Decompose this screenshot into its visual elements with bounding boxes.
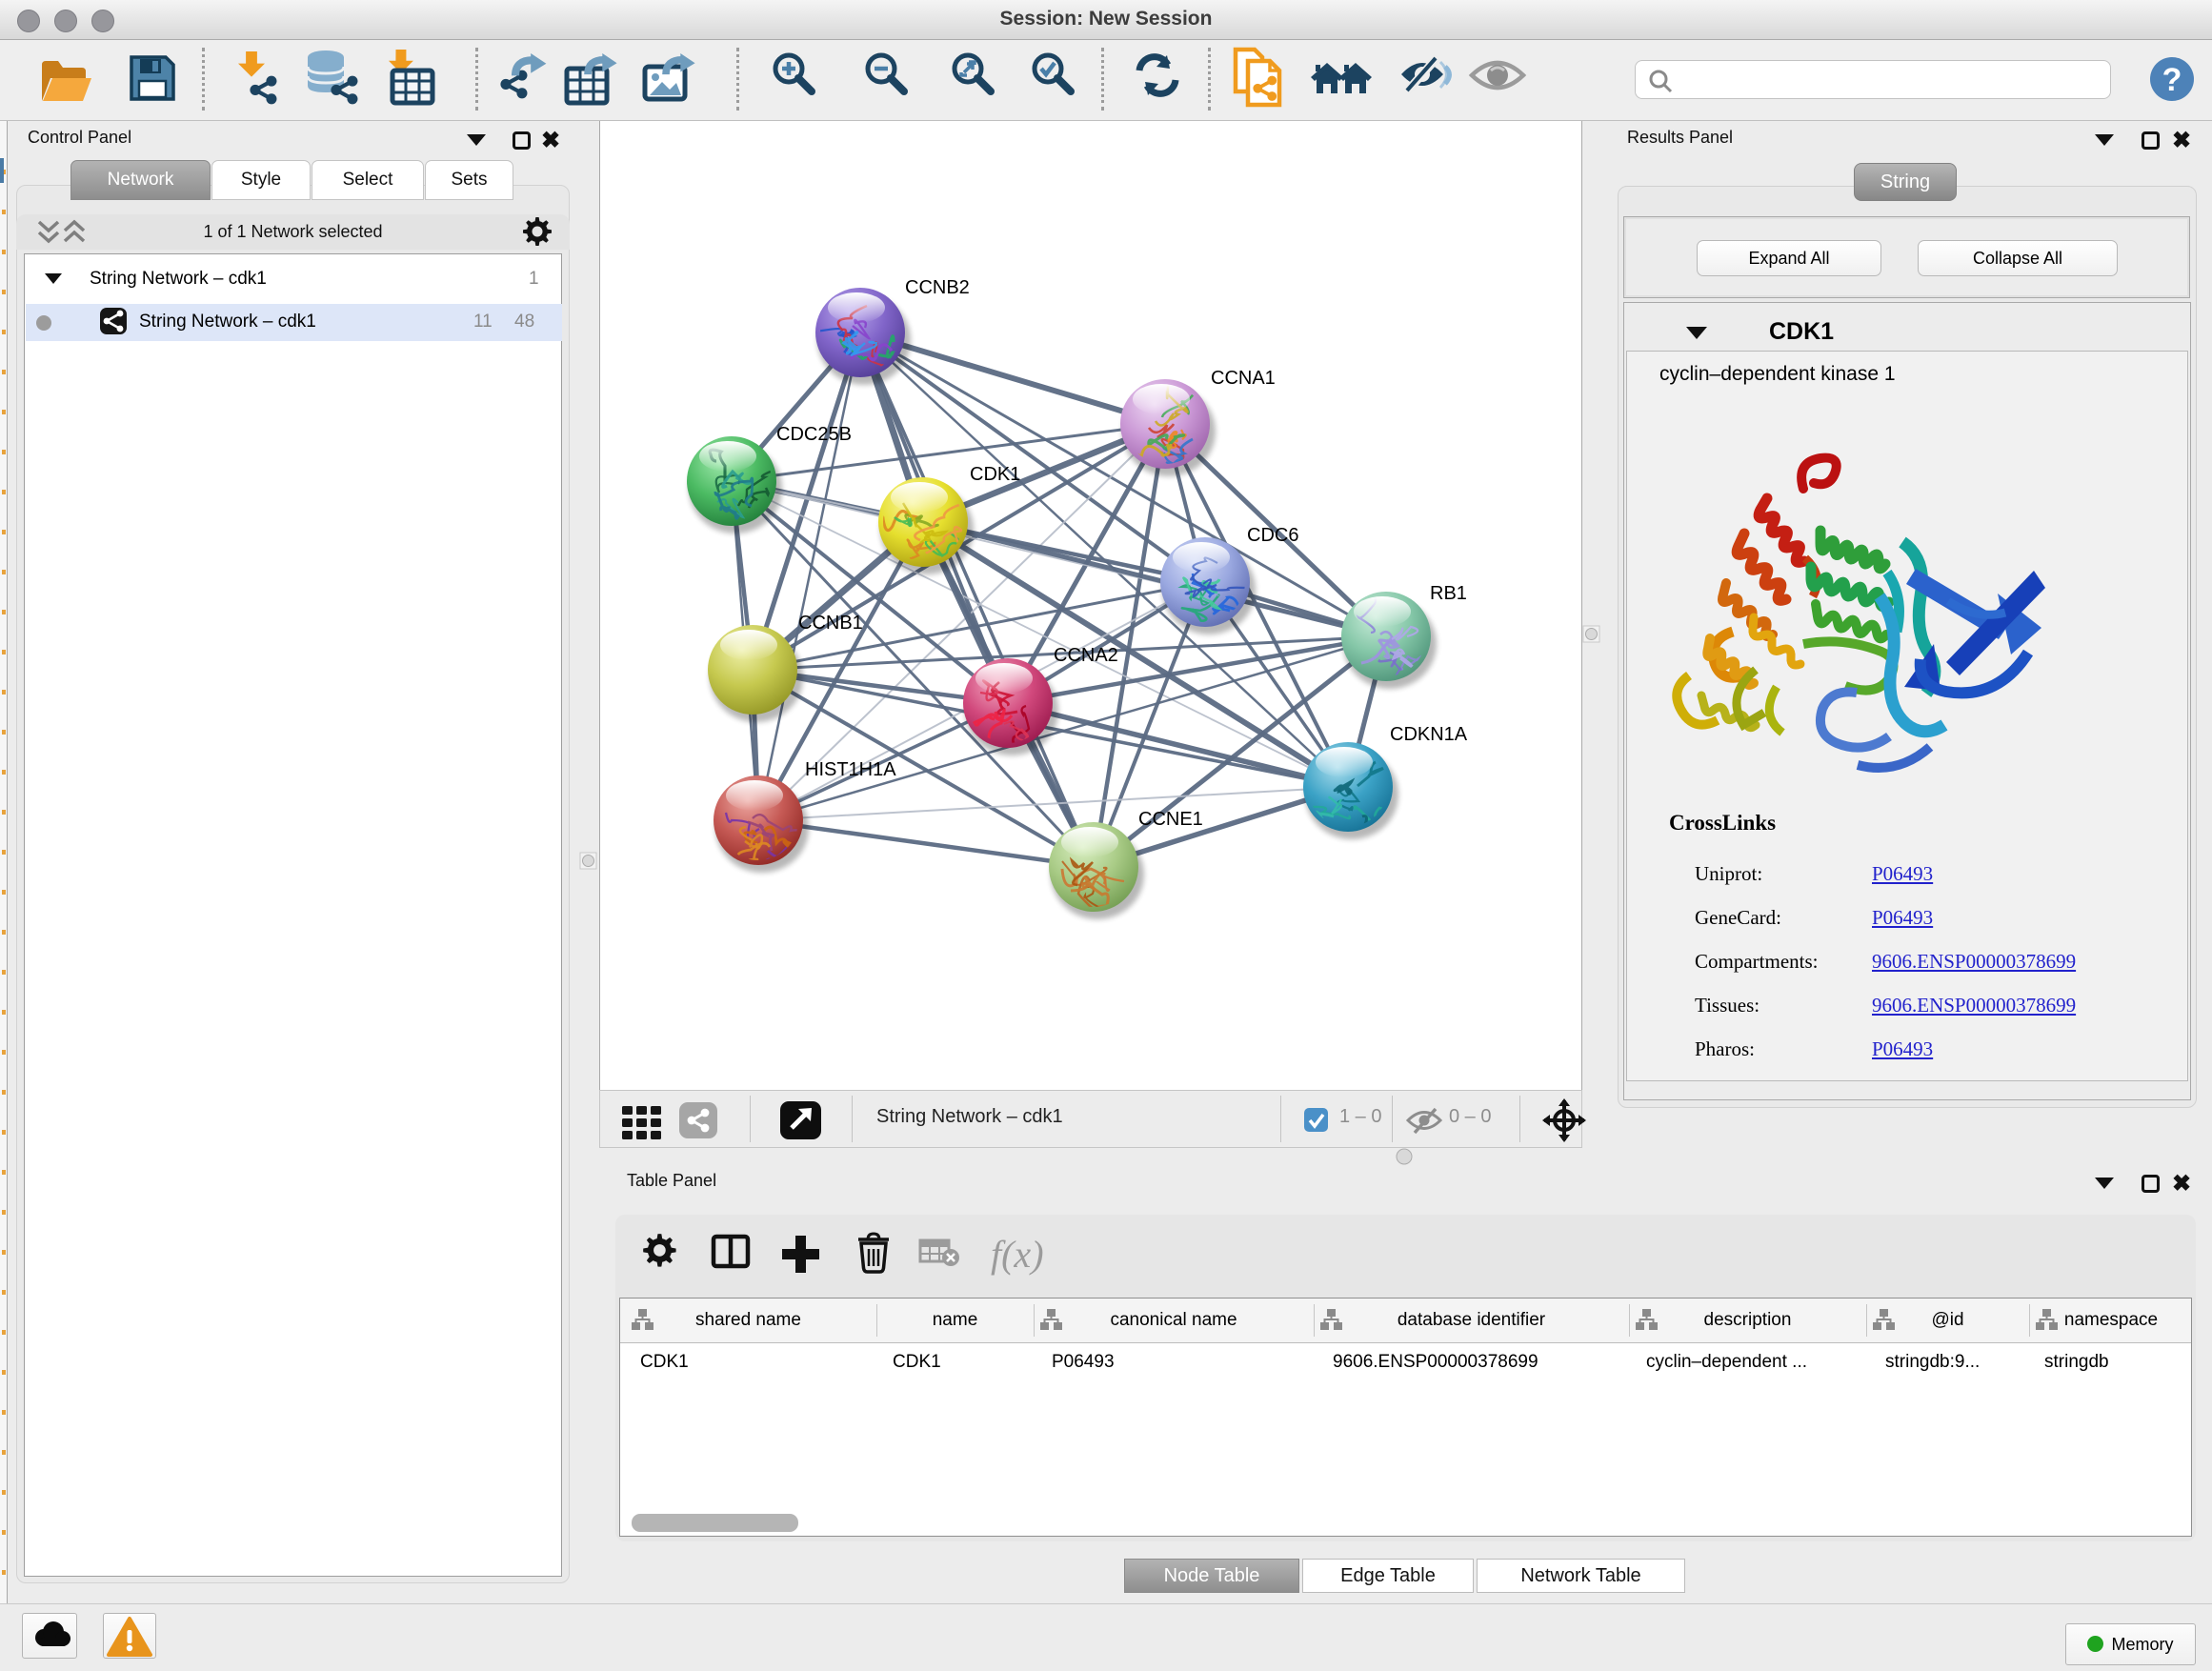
svg-text:f(x): f(x)	[991, 1233, 1044, 1276]
